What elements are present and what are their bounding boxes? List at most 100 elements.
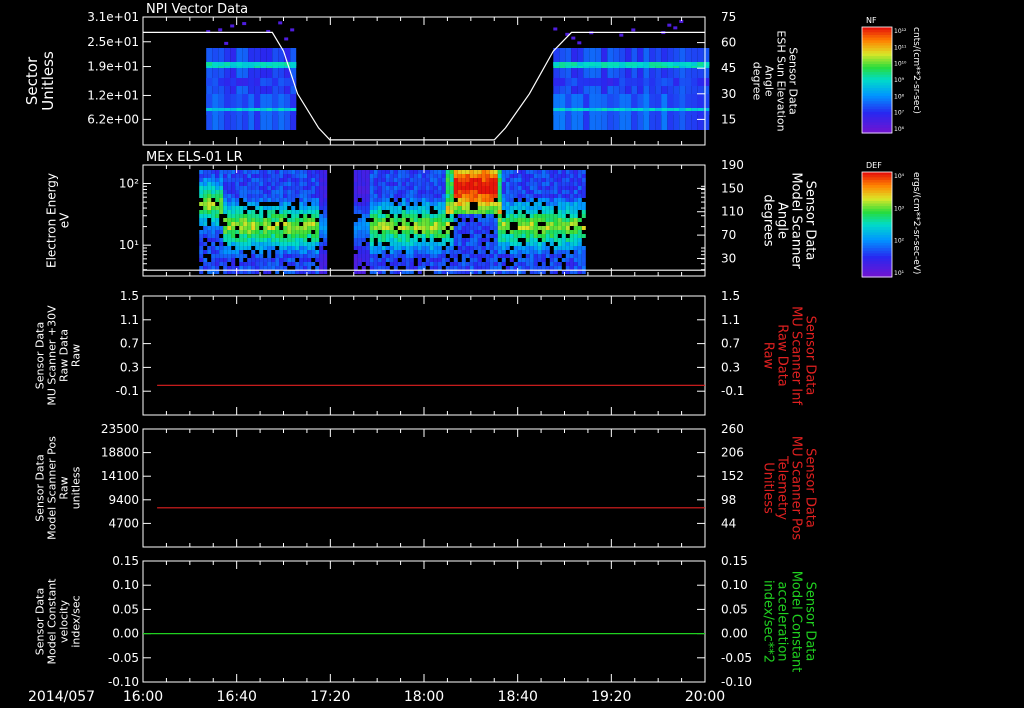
heatmap-cell: [477, 266, 482, 270]
plot-canvas: NF10¹²10¹¹10¹⁰10⁹10⁸10⁷10⁶cnts/(cm**2-sr…: [0, 0, 1024, 708]
heatmap-cell: [357, 234, 362, 238]
heatmap-cell: [465, 202, 470, 206]
heatmap-cell: [497, 186, 502, 190]
heatmap-cell: [469, 214, 474, 218]
y-tick-label-right: 0.10: [721, 578, 748, 592]
heatmap-cell: [473, 186, 478, 190]
heatmap-cell: [295, 230, 300, 234]
heatmap-cell: [323, 242, 328, 246]
heatmap-cell: [469, 190, 474, 194]
heatmap-cell: [505, 170, 510, 174]
heatmap-cell: [365, 214, 370, 218]
heatmap-cell: [537, 214, 542, 218]
heatmap-cell: [513, 234, 518, 238]
heatmap-cell: [230, 24, 235, 28]
heatmap-cell: [381, 170, 386, 174]
heatmap-cell: [441, 242, 446, 246]
heatmap-cell: [307, 182, 312, 186]
heatmap-cell: [457, 214, 462, 218]
heatmap-cell: [421, 214, 426, 218]
heatmap-cell: [405, 178, 410, 182]
heatmap-cell: [389, 202, 394, 206]
heatmap-cell: [283, 182, 288, 186]
heatmap-cell: [211, 226, 216, 230]
heatmap-cell: [577, 182, 582, 186]
heatmap-cell: [373, 202, 378, 206]
heatmap-cell: [489, 182, 494, 186]
heatmap-cell: [521, 170, 526, 174]
y-label-right: Raw Data: [775, 324, 790, 387]
heatmap-cell: [461, 258, 466, 262]
heatmap-cell: [239, 238, 244, 242]
heatmap-cell: [353, 254, 358, 258]
heatmap-cell: [549, 202, 554, 206]
heatmap-cell: [441, 194, 446, 198]
y-tick-label-right: 152: [721, 469, 744, 483]
heatmap-cell: [469, 218, 474, 222]
heatmap-cell: [239, 266, 244, 270]
heatmap-cell: [673, 26, 678, 30]
heatmap-cell: [251, 250, 256, 254]
heatmap-cell: [251, 182, 256, 186]
heatmap-cell: [231, 230, 236, 234]
heatmap-cell: [254, 94, 261, 130]
heatmap-cell: [361, 186, 366, 190]
heatmap-cell: [481, 266, 486, 270]
heatmap-cell: [525, 186, 530, 190]
heatmap-cell: [473, 194, 478, 198]
heatmap-cell: [581, 210, 586, 214]
heatmap-cell: [529, 178, 534, 182]
heatmap-cell: [357, 262, 362, 266]
heatmap-cell: [373, 210, 378, 214]
heatmap-cell: [573, 174, 578, 178]
heatmap-cell: [259, 250, 264, 254]
colorbar-tick-label: 10⁶: [894, 126, 905, 133]
y-tick-label-left: 1.1: [120, 313, 139, 327]
y-tick-label-right: 150: [721, 181, 744, 195]
heatmap-cell: [239, 226, 244, 230]
y-tick-label-right: 98: [721, 493, 736, 507]
heatmap-cell: [357, 202, 362, 206]
heatmap-cell: [445, 182, 450, 186]
heatmap-cell: [291, 190, 296, 194]
heatmap-cell: [227, 242, 232, 246]
heatmap-cell: [284, 37, 289, 41]
heatmap-cell: [485, 266, 490, 270]
heatmap-cell: [673, 108, 680, 111]
heatmap-cell: [441, 214, 446, 218]
heatmap-cell: [211, 230, 216, 234]
heatmap-cell: [421, 186, 426, 190]
heatmap-cell: [457, 210, 462, 214]
heatmap-cell: [303, 242, 308, 246]
heatmap-cell: [235, 266, 240, 270]
heatmap-cell: [311, 242, 316, 246]
heatmap-cell: [295, 242, 300, 246]
heatmap-cell: [517, 250, 522, 254]
colorbar-tick-label: 10¹⁰: [894, 61, 907, 68]
heatmap-cell: [553, 222, 558, 226]
y-label-right: Sensor Data: [803, 181, 818, 261]
heatmap-cell: [549, 262, 554, 266]
heatmap-cell: [549, 186, 554, 190]
heatmap-cell: [425, 198, 430, 202]
heatmap-cell: [489, 262, 494, 266]
y-tick-label-left: -0.05: [108, 651, 139, 665]
heatmap-cell: [295, 190, 300, 194]
heatmap-cell: [697, 78, 704, 86]
heatmap-cell: [449, 210, 454, 214]
heatmap-cell: [573, 178, 578, 182]
heatmap-cell: [218, 94, 225, 130]
heatmap-cell: [461, 218, 466, 222]
heatmap-cell: [307, 234, 312, 238]
heatmap-cell: [437, 182, 442, 186]
heatmap-cell: [290, 94, 297, 130]
heatmap-cell: [319, 266, 324, 270]
heatmap-cell: [405, 234, 410, 238]
y-label-left: eV: [58, 212, 72, 228]
heatmap-cell: [307, 210, 312, 214]
heatmap-cell: [501, 190, 506, 194]
heatmap-cell: [303, 202, 308, 206]
heatmap-cell: [619, 94, 626, 130]
heatmap-cell: [441, 210, 446, 214]
heatmap-cell: [397, 262, 402, 266]
